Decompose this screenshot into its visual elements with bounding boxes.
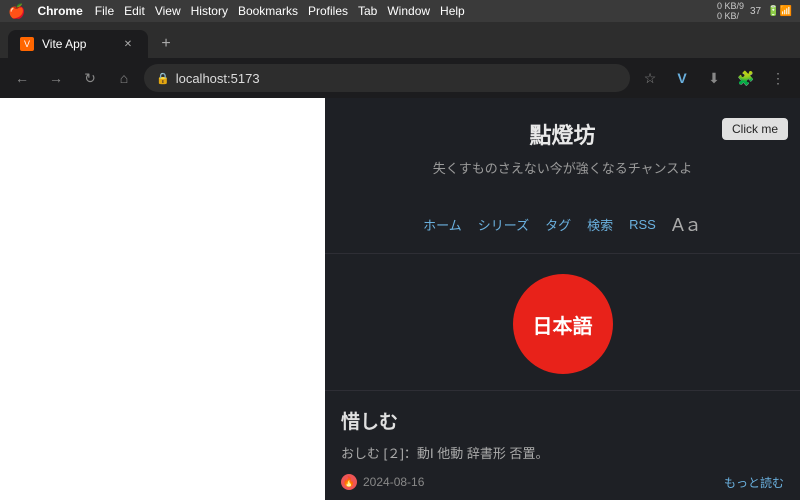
profile-button[interactable]: V <box>668 64 696 92</box>
toolbar-right-buttons: ☆ V ⬇ 🧩 ⋮ <box>636 64 792 92</box>
hero-area: 日本語 <box>325 254 800 390</box>
url-display: localhost:5173 <box>176 71 260 86</box>
click-me-button[interactable]: Click me <box>722 118 788 140</box>
tab-title: Vite App <box>42 37 86 51</box>
font-size-icon[interactable]: Aａ <box>672 211 702 237</box>
bookmark-button[interactable]: ☆ <box>636 64 664 92</box>
apple-menu[interactable]: 🍎 <box>8 3 25 20</box>
menu-history[interactable]: History <box>191 4 228 18</box>
menu-button[interactable]: ⋮ <box>764 64 792 92</box>
site-title: 點燈坊 <box>341 118 784 150</box>
article-description: おしむ [２]：動Ⅰ 他動 辞書形 否置。 <box>341 444 784 464</box>
app-name[interactable]: Chrome <box>37 4 82 18</box>
menu-view[interactable]: View <box>155 4 181 18</box>
menubar-right: 0 KB/90 KB/ 37 🔋📶 <box>717 1 792 21</box>
menu-bookmarks[interactable]: Bookmarks <box>238 4 298 18</box>
extensions-button[interactable]: 🧩 <box>732 64 760 92</box>
tab-close-button[interactable]: ✕ <box>120 36 136 52</box>
forward-button[interactable]: → <box>42 64 70 92</box>
article-date: 2024-08-16 <box>363 475 424 489</box>
new-tab-button[interactable]: + <box>152 30 180 58</box>
right-panel: 點燈坊 失くすものさえない今が強くなるチャンスよ Click me ホーム シリ… <box>325 98 800 500</box>
active-tab[interactable]: V Vite App ✕ <box>8 30 148 58</box>
article-footer: 🔥 2024-08-16 もっと読む <box>341 474 784 491</box>
site-subtitle: 失くすものさえない今が強くなるチャンスよ <box>341 158 784 177</box>
nav-rss[interactable]: RSS <box>629 217 656 232</box>
main-content: 點燈坊 失くすものさえない今が強くなるチャンスよ Click me ホーム シリ… <box>0 98 800 500</box>
left-panel <box>0 98 325 500</box>
back-button[interactable]: ← <box>8 64 36 92</box>
article-section: 惜しむ おしむ [２]：動Ⅰ 他動 辞書形 否置。 🔥 2024-08-16 も… <box>325 390 800 500</box>
flame-icon: 🔥 <box>341 474 357 490</box>
nav-search[interactable]: 検索 <box>587 215 613 234</box>
site-nav: ホーム シリーズ タグ 検索 RSS Aａ <box>325 203 800 254</box>
home-button[interactable]: ⌂ <box>110 64 138 92</box>
menu-profiles[interactable]: Profiles <box>308 4 348 18</box>
menu-help[interactable]: Help <box>440 4 465 18</box>
menu-bar: 🍎 Chrome File Edit View History Bookmark… <box>0 0 800 22</box>
lock-icon: 🔒 <box>156 72 170 85</box>
article-date-wrap: 🔥 2024-08-16 <box>341 474 424 490</box>
tab-bar: V Vite App ✕ + <box>0 22 800 58</box>
address-bar[interactable]: 🔒 localhost:5173 <box>144 64 630 92</box>
reload-button[interactable]: ↻ <box>76 64 104 92</box>
read-more-link[interactable]: もっと読む <box>724 474 784 491</box>
article-title: 惜しむ <box>341 407 784 434</box>
menu-items: File Edit View History Bookmarks Profile… <box>95 4 465 18</box>
tab-favicon: V <box>20 37 34 51</box>
nav-series[interactable]: シリーズ <box>478 215 529 234</box>
nav-home[interactable]: ホーム <box>423 215 462 234</box>
menu-tab[interactable]: Tab <box>358 4 377 18</box>
menu-edit[interactable]: Edit <box>124 4 145 18</box>
japanese-circle: 日本語 <box>513 274 613 374</box>
nav-tags[interactable]: タグ <box>545 215 571 234</box>
site-header: 點燈坊 失くすものさえない今が強くなるチャンスよ Click me <box>325 98 800 203</box>
menu-window[interactable]: Window <box>387 4 430 18</box>
status-icons: 🔋📶 <box>767 6 792 17</box>
network-stats: 0 KB/90 KB/ <box>717 1 744 21</box>
browser-toolbar: ← → ↻ ⌂ 🔒 localhost:5173 ☆ V ⬇ 🧩 ⋮ <box>0 58 800 98</box>
menu-file[interactable]: File <box>95 4 114 18</box>
time-display: 37 <box>750 6 761 17</box>
download-button[interactable]: ⬇ <box>700 64 728 92</box>
